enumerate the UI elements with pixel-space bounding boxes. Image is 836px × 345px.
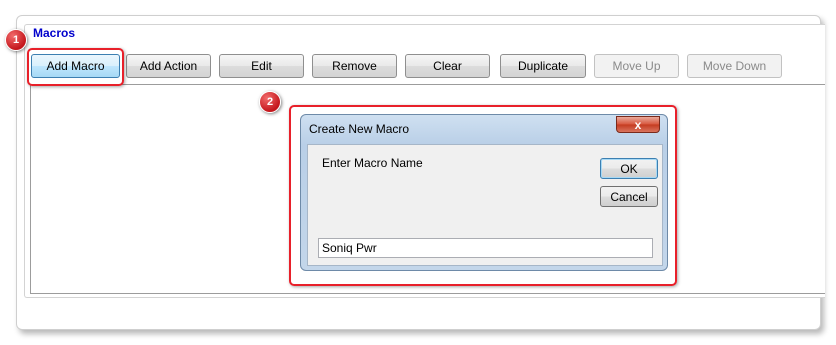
move-down-button[interactable]: Move Down — [687, 54, 782, 78]
add-action-button[interactable]: Add Action — [126, 54, 211, 78]
callout-highlight-1 — [27, 48, 124, 86]
clear-button[interactable]: Clear — [405, 54, 490, 78]
macros-group-title: Macros — [33, 26, 76, 40]
duplicate-button[interactable]: Duplicate — [500, 54, 586, 78]
move-up-button[interactable]: Move Up — [594, 54, 679, 78]
remove-button[interactable]: Remove — [312, 54, 397, 78]
edit-button[interactable]: Edit — [219, 54, 304, 78]
callout-highlight-2 — [289, 105, 677, 286]
step-badge-2: 2 — [259, 91, 281, 113]
step-badge-1: 1 — [5, 29, 27, 51]
